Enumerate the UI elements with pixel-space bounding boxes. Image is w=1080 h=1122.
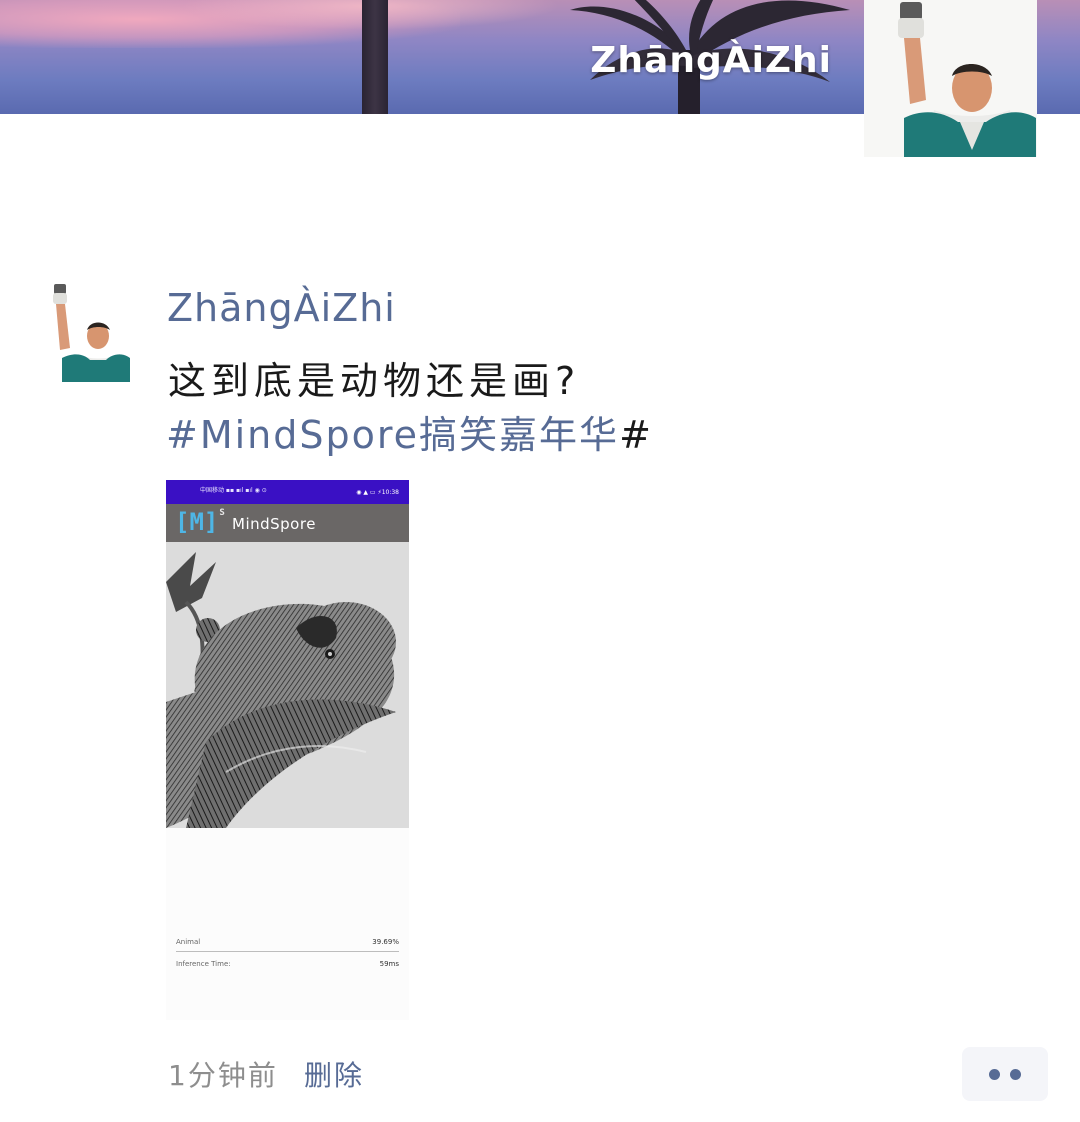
result-row: Animal 39.69%	[176, 938, 399, 946]
post-hashtag: #MindSpore搞笑嘉年华#	[166, 404, 653, 459]
cover-username: ZhāngÀiZhi	[590, 40, 832, 81]
logo-superscript: S	[219, 508, 225, 518]
result-divider	[176, 951, 399, 952]
result-value: 59ms	[379, 960, 399, 968]
delete-link[interactable]: 删除	[304, 1054, 364, 1094]
dot-icon	[1010, 1069, 1021, 1080]
post-username[interactable]: ZhāngÀiZhi	[167, 286, 396, 330]
parrot-drawing	[166, 542, 409, 828]
avatar-illustration	[864, 0, 1037, 157]
post-image[interactable]: 中国移动 ▪▪ ▪ıl ▪ıl ◉ ⊙ ◉ ▲ ▭ ⚡10:38 [M]S Mi…	[166, 480, 409, 1020]
hashtag-link[interactable]: #MindSpore搞笑嘉年华	[166, 413, 619, 457]
post-avatar[interactable]	[50, 278, 138, 382]
result-label: Inference Time:	[176, 960, 231, 968]
result-value: 39.69%	[372, 938, 399, 946]
hashtag-end: #	[619, 413, 653, 457]
mindspore-logo: [M]S	[175, 508, 225, 536]
parrot-drawing-photo	[166, 542, 409, 828]
palm-trunk	[362, 0, 388, 114]
app-title: MindSpore	[232, 515, 316, 533]
profile-avatar[interactable]	[864, 0, 1037, 157]
phone-status-bar: 中国移动 ▪▪ ▪ıl ▪ıl ◉ ⊙ ◉ ▲ ▭ ⚡10:38	[166, 480, 409, 504]
status-bar-left: 中国移动 ▪▪ ▪ıl ▪ıl ◉ ⊙	[200, 487, 267, 494]
inference-results: Animal 39.69% Inference Time: 59ms	[166, 828, 409, 1020]
more-actions-button[interactable]	[962, 1047, 1048, 1101]
status-bar-right: ◉ ▲ ▭ ⚡10:38	[356, 489, 399, 496]
dot-icon	[989, 1069, 1000, 1080]
logo-text: [M]	[175, 508, 219, 536]
result-label: Animal	[176, 938, 201, 946]
result-row: Inference Time: 59ms	[176, 960, 399, 968]
post-text: 这到底是动物还是画?	[168, 359, 581, 403]
app-bar: [M]S MindSpore	[166, 504, 409, 542]
post-timestamp: 1分钟前	[168, 1059, 278, 1092]
avatar-illustration	[50, 278, 138, 382]
